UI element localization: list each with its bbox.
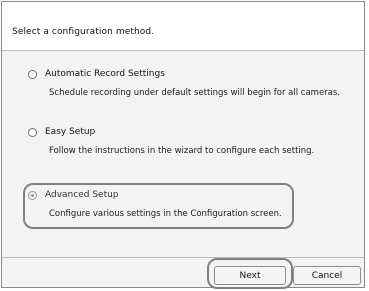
option-easy-setup[interactable]: Easy Setup Follow the instructions in th… [28,126,314,156]
dialog-header: Select a configuration method. [2,2,364,51]
option-description: Follow the instructions in the wizard to… [49,146,315,156]
header-instruction: Select a configuration method. [12,27,155,37]
cancel-button[interactable]: Cancel [293,266,361,285]
footer-divider [2,257,364,258]
option-label: Easy Setup [45,127,96,137]
radio-button[interactable] [28,69,37,79]
next-button[interactable]: Next [214,266,286,285]
option-description: Configure various settings in the Config… [49,209,282,219]
configuration-method-dialog: Select a configuration method. Automatic… [1,1,365,288]
radio-button[interactable] [28,127,37,137]
option-label: Automatic Record Settings [45,69,165,79]
option-automatic-record-settings[interactable]: Automatic Record Settings Schedule recor… [28,68,340,98]
option-description: Schedule recording under default setting… [49,88,341,98]
option-advanced-setup[interactable]: Advanced Setup Configure various setting… [28,189,282,219]
radio-button-selected[interactable] [28,190,37,200]
option-label: Advanced Setup [45,190,119,200]
